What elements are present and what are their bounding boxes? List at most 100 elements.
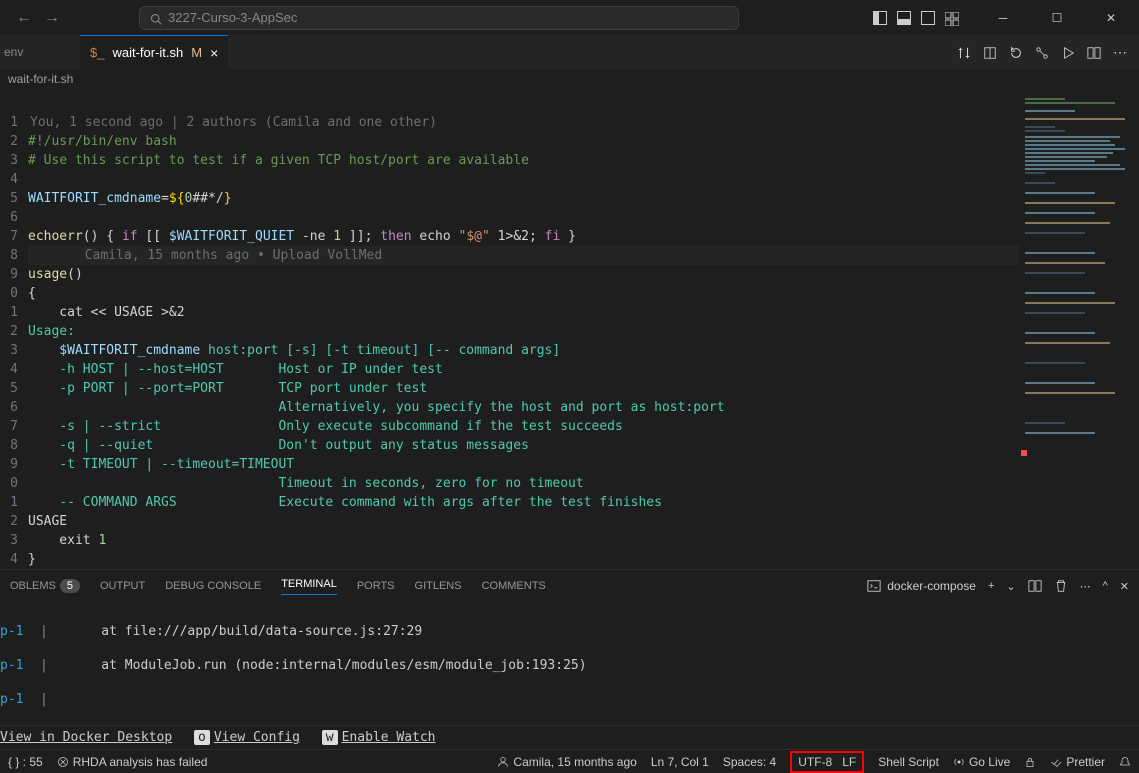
code-line: cat << USAGE >&2 bbox=[28, 305, 185, 320]
tab-debug-console[interactable]: DEBUG CONSOLE bbox=[165, 580, 261, 592]
tab-problems[interactable]: OBLEMS5 bbox=[10, 580, 80, 592]
line-number: 1 bbox=[0, 303, 18, 322]
maximize-button[interactable]: ☐ bbox=[1037, 11, 1077, 25]
code-line: -t TIMEOUT | --timeout=TIMEOUT bbox=[28, 457, 294, 472]
run-icon[interactable] bbox=[1061, 44, 1075, 60]
line-number: 4 bbox=[0, 360, 18, 379]
titlebar: ← → 3227-Curso-3-AppSec ─ ☐ ✕ bbox=[0, 0, 1139, 35]
titlebar-right: ─ ☐ ✕ bbox=[873, 11, 1131, 25]
terminal-pipe: | bbox=[40, 657, 70, 674]
terminal-dropdown-icon[interactable]: ⌄ bbox=[1006, 580, 1015, 593]
tab-close-icon[interactable]: × bbox=[210, 45, 218, 61]
split-terminal-icon[interactable] bbox=[1028, 579, 1042, 593]
layout-panel-bottom-icon[interactable] bbox=[897, 11, 911, 25]
shell-file-icon: $_ bbox=[90, 45, 104, 60]
docker-enable-watch-link[interactable]: Enable Watch bbox=[342, 730, 436, 745]
layout-sidebar-left-icon[interactable] bbox=[873, 11, 887, 25]
terminal-text: at ModuleJob.run (node:internal/modules/… bbox=[70, 657, 587, 674]
line-number: 4 bbox=[0, 170, 18, 189]
commit-graph-icon[interactable] bbox=[1035, 44, 1049, 60]
modified-indicator: M bbox=[191, 45, 202, 60]
code-line: -s | --strict Only execute subcommand if… bbox=[28, 419, 623, 434]
kill-terminal-icon[interactable] bbox=[1054, 579, 1068, 593]
line-number: 9 bbox=[0, 265, 18, 284]
docker-view-desktop-link[interactable]: View in Docker Desktop bbox=[0, 730, 172, 745]
docker-key-o: o bbox=[194, 730, 210, 745]
panel-actions: docker-compose + ⌄ ⋯ ^ ✕ bbox=[867, 579, 1129, 593]
status-prettier[interactable]: Prettier bbox=[1050, 755, 1105, 769]
close-panel-icon[interactable]: ✕ bbox=[1120, 580, 1129, 593]
back-arrow-icon[interactable]: ← bbox=[16, 9, 32, 27]
code-line: } bbox=[28, 552, 36, 567]
tab-terminal[interactable]: TERMINAL bbox=[281, 578, 337, 595]
status-eol[interactable]: LF bbox=[842, 755, 856, 769]
panel-more-icon[interactable]: ⋯ bbox=[1080, 580, 1091, 593]
code-line: #!/usr/bin/env bash bbox=[28, 134, 177, 149]
status-cursor-position[interactable]: Ln 7, Col 1 bbox=[651, 755, 709, 769]
minimap[interactable] bbox=[1019, 92, 1139, 569]
status-rhda[interactable]: RHDA analysis has failed bbox=[57, 755, 208, 769]
status-language[interactable]: Shell Script bbox=[878, 755, 939, 769]
tab-filename: wait-for-it.sh bbox=[112, 45, 183, 60]
status-indentation[interactable]: Spaces: 4 bbox=[723, 755, 776, 769]
terminal[interactable]: p-1| at file:///app/build/data-source.js… bbox=[0, 602, 1139, 725]
split-editor-icon[interactable] bbox=[1087, 44, 1101, 60]
bell-icon bbox=[1119, 756, 1131, 768]
minimize-button[interactable]: ─ bbox=[983, 11, 1023, 25]
code-editor[interactable]: You, 1 second ago | 2 authors (Camila an… bbox=[28, 92, 1019, 569]
line-number: 0 bbox=[0, 474, 18, 493]
tab-output[interactable]: OUTPUT bbox=[100, 580, 145, 592]
line-number: 2 bbox=[0, 132, 18, 151]
lock-icon bbox=[1024, 756, 1036, 768]
problems-badge: 5 bbox=[60, 579, 80, 593]
docker-view-config-link[interactable]: View Config bbox=[214, 730, 300, 745]
status-bracket-notation[interactable]: { } : 55 bbox=[8, 755, 43, 769]
inline-blame: Camila, 15 months ago • Upload VollMed bbox=[28, 248, 382, 263]
active-line: Camila, 15 months ago • Upload VollMed bbox=[28, 246, 1019, 265]
line-number: 0 bbox=[0, 284, 18, 303]
sidebar-stub: env bbox=[0, 35, 80, 69]
tab-gitlens[interactable]: GITLENS bbox=[415, 580, 462, 592]
close-button[interactable]: ✕ bbox=[1091, 11, 1131, 25]
line-number: 1 bbox=[0, 113, 18, 132]
terminal-selector[interactable]: docker-compose bbox=[867, 579, 976, 593]
search-text: 3227-Curso-3-AppSec bbox=[168, 10, 297, 25]
code-line: USAGE bbox=[28, 514, 67, 529]
code-line: -h HOST | --host=HOST Host or IP under t… bbox=[28, 362, 443, 377]
maximize-panel-icon[interactable]: ^ bbox=[1103, 580, 1108, 592]
status-blame[interactable]: Camila, 15 months ago bbox=[497, 755, 636, 769]
new-terminal-icon[interactable]: + bbox=[988, 580, 994, 592]
code-line: echoerr() { if [[ $WAITFORIT_QUIET -ne 1… bbox=[28, 229, 576, 244]
editor-tab[interactable]: $_ wait-for-it.sh M × bbox=[80, 35, 228, 69]
terminal-service: p-1 bbox=[0, 657, 40, 674]
code-line: -q | --quiet Don't output any status mes… bbox=[28, 438, 529, 453]
panel-tabs: OBLEMS5 OUTPUT DEBUG CONSOLE TERMINAL PO… bbox=[0, 570, 1139, 602]
code-line: usage() bbox=[28, 267, 83, 282]
terminal-service: p-1 bbox=[0, 691, 40, 708]
status-golive[interactable]: Go Live bbox=[953, 755, 1010, 769]
customize-layout-icon[interactable] bbox=[945, 11, 959, 25]
search-icon bbox=[150, 10, 162, 25]
breadcrumb[interactable]: wait-for-it.sh bbox=[0, 70, 1139, 92]
layout-sidebar-right-icon[interactable] bbox=[921, 11, 935, 25]
check-double-icon bbox=[1050, 756, 1062, 768]
status-encoding[interactable]: UTF-8 bbox=[798, 755, 832, 769]
broadcast-icon bbox=[953, 756, 965, 768]
open-changes-icon[interactable] bbox=[983, 44, 997, 60]
line-number: 7 bbox=[0, 227, 18, 246]
more-actions-icon[interactable]: ⋯ bbox=[1113, 44, 1127, 61]
forward-arrow-icon[interactable]: → bbox=[44, 9, 60, 27]
line-number: 8 bbox=[0, 246, 18, 265]
revert-icon[interactable] bbox=[1009, 44, 1023, 60]
code-line: Usage: bbox=[28, 324, 75, 339]
status-lock-icon[interactable] bbox=[1024, 756, 1036, 768]
line-number: 5 bbox=[0, 189, 18, 208]
status-notifications-icon[interactable] bbox=[1119, 756, 1131, 768]
line-number: 6 bbox=[0, 208, 18, 227]
line-number: 1 bbox=[0, 493, 18, 512]
tab-comments[interactable]: COMMENTS bbox=[482, 580, 546, 592]
code-line: $WAITFORIT_cmdname host:port [-s] [-t ti… bbox=[28, 343, 560, 358]
command-center-search[interactable]: 3227-Curso-3-AppSec bbox=[139, 6, 739, 30]
compare-icon[interactable] bbox=[957, 44, 971, 60]
tab-ports[interactable]: PORTS bbox=[357, 580, 395, 592]
